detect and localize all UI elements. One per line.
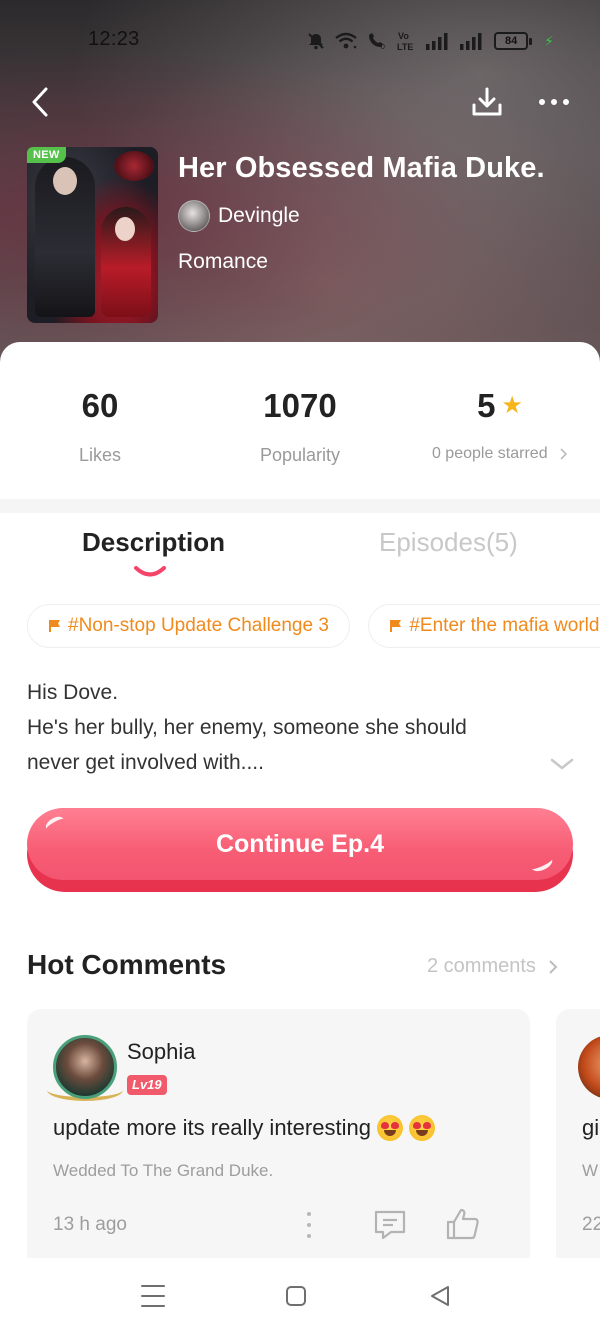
- tab-bar: Description Episodes(5): [0, 527, 600, 577]
- svg-text:Vo: Vo: [398, 31, 409, 41]
- comment-more-icon[interactable]: [305, 1212, 313, 1238]
- book-cover[interactable]: [27, 147, 158, 323]
- download-button[interactable]: [466, 82, 508, 122]
- commenter-avatar[interactable]: [53, 1035, 117, 1099]
- book-details-sheet: 60 Likes 1070 Popularity 5 ★ 0 people st…: [0, 342, 600, 1333]
- system-nav-bar: [0, 1258, 600, 1333]
- reply-icon[interactable]: [373, 1209, 407, 1241]
- description-line: He's her bully, her enemy, someone she s…: [27, 716, 467, 739]
- comment-source[interactable]: Wedded To The Grand Duke.: [53, 1161, 273, 1181]
- battery-level: 84: [494, 32, 529, 50]
- tab-description[interactable]: Description: [82, 527, 225, 558]
- popularity-value: 1070: [263, 387, 337, 424]
- tag-list: #Non-stop Update Challenge 3 #Enter the …: [27, 604, 600, 650]
- home-button[interactable]: [286, 1286, 306, 1306]
- top-nav: [0, 82, 600, 122]
- tag-label: #Enter the mafia world: [409, 615, 600, 636]
- more-icon: [539, 99, 545, 105]
- wifi-icon: [334, 31, 358, 51]
- system-back-button[interactable]: [428, 1284, 452, 1308]
- book-genre: Romance: [178, 250, 268, 273]
- comment-time: 22: [582, 1214, 600, 1235]
- stats-row: 60 Likes 1070 Popularity 5 ★ 0 people st…: [0, 387, 600, 477]
- svg-text:LTE: LTE: [397, 42, 413, 52]
- comment-card[interactable]: gi W 22: [556, 1009, 600, 1269]
- rating-value: 5: [477, 387, 496, 424]
- popularity-stat: 1070 Popularity: [200, 387, 400, 466]
- comment-text: gi: [582, 1115, 600, 1140]
- commenter-name[interactable]: Sophia: [127, 1039, 196, 1065]
- battery-icon: 84: [494, 32, 533, 50]
- charging-icon: ⚡: [544, 32, 554, 49]
- comments-count-link[interactable]: 2 comments: [427, 955, 558, 978]
- star-icon: ★: [501, 392, 523, 419]
- rating-stat[interactable]: 5 ★ 0 people starred: [400, 387, 600, 463]
- commenter-avatar[interactable]: [578, 1035, 600, 1099]
- signal-icon: [426, 32, 452, 50]
- likes-stat: 60 Likes: [0, 387, 200, 466]
- comment-card[interactable]: Sophia Lv19 update more its really inter…: [27, 1009, 530, 1269]
- popularity-label: Popularity: [259, 445, 341, 465]
- comment-time: 13 h ago: [53, 1214, 127, 1235]
- comments-title: Hot Comments: [27, 949, 227, 980]
- signal-icon: [460, 32, 486, 50]
- book-header: 12:23 0 Vo LTE 84 ⚡ NEW Her Obsessed Maf…: [0, 0, 600, 380]
- status-bar: 12:23 0 Vo LTE 84 ⚡: [0, 28, 600, 54]
- chevron-right-icon: [560, 448, 568, 460]
- level-badge: Lv19: [127, 1075, 167, 1095]
- back-icon: [32, 87, 48, 117]
- book-title: Her Obsessed Mafia Duke.: [178, 152, 545, 184]
- heart-eyes-emoji-icon: [376, 1115, 403, 1141]
- status-time: 12:23: [88, 28, 140, 50]
- back-button[interactable]: [20, 82, 60, 122]
- active-tab-indicator: [134, 566, 166, 577]
- section-divider: [0, 499, 600, 513]
- rating-label: 0 people starred: [400, 445, 600, 463]
- likes-value: 60: [81, 387, 119, 424]
- tab-episodes[interactable]: Episodes(5): [379, 527, 518, 558]
- status-icons: 0 Vo LTE 84 ⚡: [306, 30, 554, 52]
- comment-text: update more its really interesting: [53, 1115, 435, 1141]
- more-button[interactable]: [530, 82, 578, 122]
- expand-description-icon[interactable]: [548, 754, 576, 774]
- chevron-right-icon: [549, 959, 558, 974]
- volte-icon: Vo LTE: [396, 30, 418, 52]
- description-line: never get involved with....: [27, 751, 264, 774]
- svg-text:0: 0: [381, 44, 385, 51]
- author-avatar: [178, 200, 210, 232]
- comment-source[interactable]: W: [582, 1161, 598, 1181]
- author-name: Devingle: [218, 204, 300, 227]
- author-link[interactable]: Devingle: [178, 200, 300, 232]
- continue-reading-button[interactable]: Continue Ep.4: [27, 808, 573, 892]
- continue-reading-label: Continue Ep.4: [215, 829, 385, 858]
- tag-chip[interactable]: #Non-stop Update Challenge 3: [27, 604, 350, 648]
- flag-icon: [49, 620, 60, 632]
- tag-label: #Non-stop Update Challenge 3: [68, 615, 329, 636]
- mute-icon: [306, 31, 326, 51]
- description-line: His Dove.: [27, 681, 119, 704]
- download-icon: [472, 87, 502, 116]
- recent-apps-button[interactable]: [141, 1285, 165, 1307]
- book-description: His Dove. He's her bully, her enemy, som…: [27, 675, 547, 780]
- wifi-call-icon: 0: [366, 31, 388, 51]
- heart-eyes-emoji-icon: [408, 1115, 435, 1141]
- new-badge: NEW: [27, 147, 66, 163]
- flag-icon: [390, 620, 402, 632]
- tag-chip[interactable]: #Enter the mafia world: [368, 604, 600, 648]
- comments-header: Hot Comments 2 comments: [0, 949, 600, 989]
- like-icon[interactable]: [445, 1207, 481, 1241]
- likes-label: Likes: [78, 445, 122, 465]
